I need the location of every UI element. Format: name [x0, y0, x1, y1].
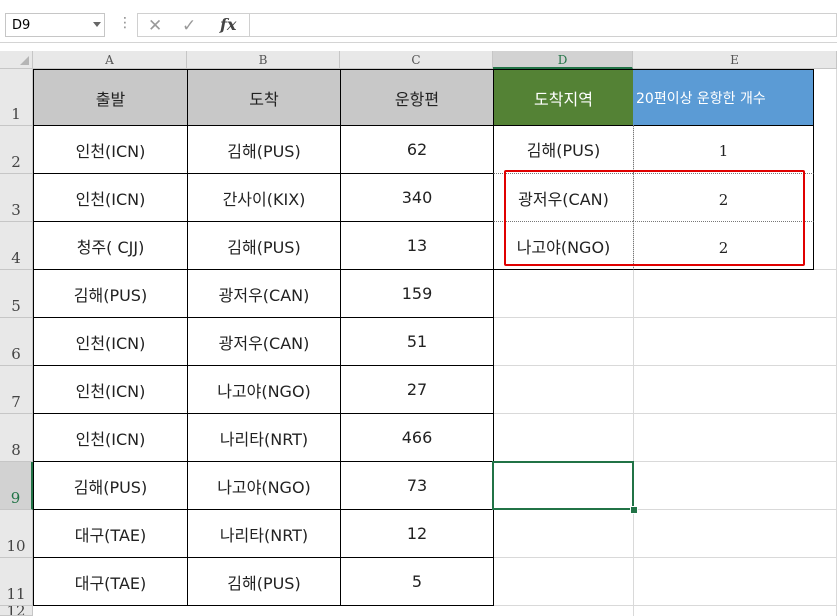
table-cell[interactable]: 159: [340, 269, 494, 318]
row-header-5[interactable]: 5: [0, 270, 33, 318]
table-cell[interactable]: 13: [340, 221, 494, 270]
table-cell[interactable]: 김해(PUS): [33, 269, 188, 318]
row-header-6[interactable]: 6: [0, 318, 33, 366]
more-options-icon[interactable]: ⋮: [118, 15, 132, 31]
table-header-cell[interactable]: 운항편: [340, 69, 494, 126]
table-cell[interactable]: 김해(PUS): [33, 461, 188, 510]
table-cell[interactable]: 5: [340, 557, 494, 606]
table-header-cell[interactable]: 출발: [33, 69, 188, 126]
table-cell[interactable]: 인천(ICN): [33, 365, 188, 414]
table-cell[interactable]: 인천(ICN): [33, 125, 188, 174]
formula-buttons: ✕ ✓ fx: [137, 13, 250, 37]
select-all-corner[interactable]: [0, 51, 33, 69]
table-cell[interactable]: 27: [340, 365, 494, 414]
table-cell[interactable]: 간사이(KIX): [187, 173, 341, 222]
enter-icon[interactable]: ✓: [182, 16, 196, 36]
table-cell[interactable]: 대구(TAE): [33, 509, 188, 558]
cancel-icon[interactable]: ✕: [148, 16, 162, 36]
row-header-12[interactable]: 12: [0, 606, 33, 616]
row-header-7[interactable]: 7: [0, 366, 33, 414]
column-header-d[interactable]: D: [493, 51, 633, 69]
grid-line: [493, 365, 837, 366]
grid-line: [493, 317, 837, 318]
table-cell[interactable]: 12: [340, 509, 494, 558]
table-cell[interactable]: 나리타(NRT): [187, 509, 341, 558]
table-cell[interactable]: 73: [340, 461, 494, 510]
column-header-b[interactable]: B: [187, 51, 340, 69]
table-cell[interactable]: 51: [340, 317, 494, 366]
row-header-8[interactable]: 8: [0, 414, 33, 462]
table-header-cell[interactable]: 도착: [187, 69, 341, 126]
grid-line: [493, 557, 837, 558]
select-all-icon: [20, 56, 29, 65]
table-cell[interactable]: 340: [340, 173, 494, 222]
table-cell[interactable]: 청주( CJJ): [33, 221, 188, 270]
table-cell[interactable]: 62: [340, 125, 494, 174]
column-header-e[interactable]: E: [633, 51, 837, 69]
table-cell[interactable]: 광저우(CAN): [187, 269, 341, 318]
summary-header-count[interactable]: 20편이상 운항한 개수: [633, 69, 814, 126]
table-cell[interactable]: 나리타(NRT): [187, 413, 341, 462]
formula-input[interactable]: [250, 13, 837, 37]
row-header-11[interactable]: 11: [0, 558, 33, 606]
row-header-10[interactable]: 10: [0, 510, 33, 558]
table-cell[interactable]: 나고야(NGO): [187, 365, 341, 414]
row-header-2[interactable]: 2: [0, 126, 33, 174]
table-cell[interactable]: 광저우(CAN): [187, 317, 341, 366]
table-cell[interactable]: 인천(ICN): [33, 317, 188, 366]
summary-destination-cell[interactable]: 김해(PUS): [493, 125, 633, 173]
row-header-1[interactable]: 1: [0, 69, 33, 126]
insert-function-icon[interactable]: fx: [220, 15, 236, 34]
selected-cell-d9[interactable]: [492, 461, 634, 510]
column-header-c[interactable]: C: [340, 51, 493, 69]
row-header-9[interactable]: 9: [0, 462, 33, 510]
table-cell[interactable]: 김해(PUS): [187, 557, 341, 606]
table-cell[interactable]: 인천(ICN): [33, 173, 188, 222]
column-header-a[interactable]: A: [33, 51, 187, 69]
grid-line: [493, 413, 837, 414]
table-cell[interactable]: 나고야(NGO): [187, 461, 341, 510]
formula-toolbar: D9 ⋮ ✕ ✓ fx: [0, 0, 837, 43]
name-box[interactable]: D9: [5, 13, 105, 37]
table-cell[interactable]: 김해(PUS): [187, 125, 341, 174]
row-header-4[interactable]: 4: [0, 222, 33, 270]
table-cell[interactable]: 인천(ICN): [33, 413, 188, 462]
highlight-annotation-box: [504, 170, 805, 266]
table-cell[interactable]: 김해(PUS): [187, 221, 341, 270]
fill-handle[interactable]: [630, 506, 638, 514]
summary-header-destination[interactable]: 도착지역: [493, 69, 633, 126]
name-box-value: D9: [12, 18, 31, 33]
table-cell[interactable]: 466: [340, 413, 494, 462]
chevron-down-icon[interactable]: [93, 22, 101, 27]
row-header-3[interactable]: 3: [0, 174, 33, 222]
table-cell[interactable]: 대구(TAE): [33, 557, 188, 606]
summary-count-cell[interactable]: 1: [633, 125, 814, 173]
